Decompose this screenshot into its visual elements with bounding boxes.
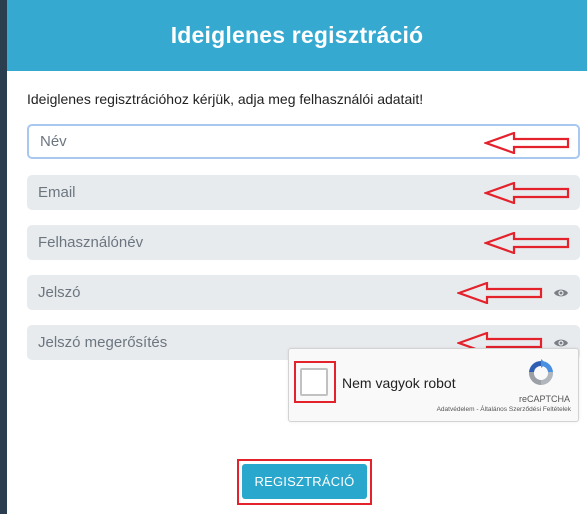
recaptcha-logo-icon (528, 359, 554, 386)
arrow-left-icon (484, 132, 570, 154)
register-button[interactable]: REGISZTRÁCIÓ (242, 464, 367, 499)
recaptcha-checkbox[interactable] (300, 368, 328, 396)
recaptcha-label: Nem vagyok robot (342, 375, 456, 391)
form-header: Ideiglenes regisztráció (7, 0, 587, 71)
arrow-left-icon (457, 282, 543, 304)
intro-text: Ideiglenes regisztrációhoz kérjük, adja … (27, 91, 424, 107)
page-title: Ideiglenes regisztráció (170, 22, 424, 48)
recaptcha-brand: reCAPTCHA (518, 394, 570, 404)
recaptcha-terms-link[interactable]: Adatvédelem - Általános Szerződési Felté… (405, 406, 571, 413)
arrow-left-icon (484, 182, 570, 204)
eye-icon[interactable] (553, 287, 569, 299)
window-left-border (0, 0, 7, 514)
arrow-left-icon (484, 232, 570, 254)
